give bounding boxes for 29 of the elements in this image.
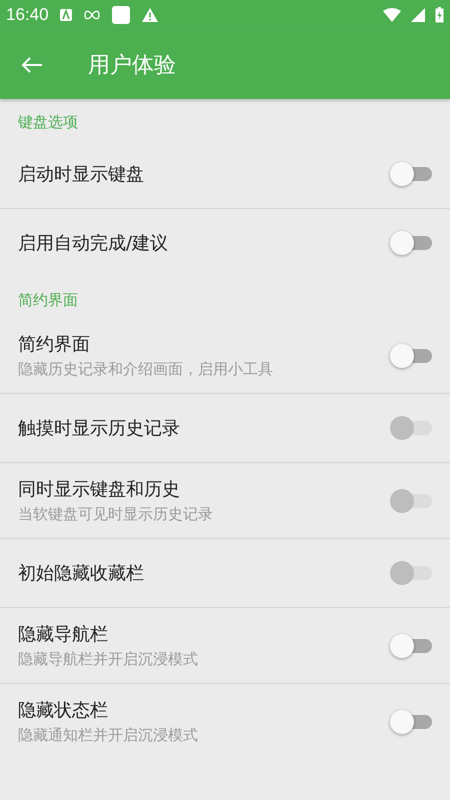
setting-title: 同时显示键盘和历史	[18, 478, 181, 501]
toggle-switch[interactable]	[390, 231, 434, 255]
toggle-switch[interactable]	[390, 162, 434, 186]
setting-title: 隐藏状态栏	[18, 699, 109, 722]
battery-icon	[435, 7, 444, 23]
setting-title: 初始隐藏收藏栏	[18, 562, 145, 585]
toolbar-title: 用户体验	[88, 52, 176, 80]
setting-title: 启用自动完成/建议	[18, 232, 170, 255]
notification-icon	[58, 8, 73, 22]
setting-summary: 隐藏通知栏并开启沉浸模式	[18, 726, 199, 745]
section-header: 简约界面	[17, 290, 79, 311]
infinity-icon	[82, 10, 101, 20]
setting-title: 启动时显示键盘	[18, 163, 145, 186]
setting-title: 隐藏导航栏	[18, 623, 109, 646]
back-arrow-icon	[21, 56, 43, 74]
square-icon	[110, 5, 131, 25]
setting-summary: 隐藏导航栏并开启沉浸模式	[18, 650, 199, 669]
toggle-switch[interactable]	[390, 344, 434, 368]
setting-summary: 隐藏历史记录和介绍画面，启用小工具	[18, 360, 274, 379]
signal-icon	[411, 8, 425, 22]
status-time: 16:40	[6, 5, 49, 25]
section-header: 键盘选项	[17, 112, 79, 133]
setting-summary: 当软键盘可见时显示历史记录	[18, 505, 214, 524]
wifi-icon	[383, 8, 401, 22]
warning-icon	[140, 7, 159, 23]
toggle-switch[interactable]	[390, 710, 434, 734]
setting-title: 触摸时显示历史记录	[18, 417, 181, 440]
setting-title: 简约界面	[18, 333, 91, 356]
toggle-switch[interactable]	[390, 634, 434, 658]
